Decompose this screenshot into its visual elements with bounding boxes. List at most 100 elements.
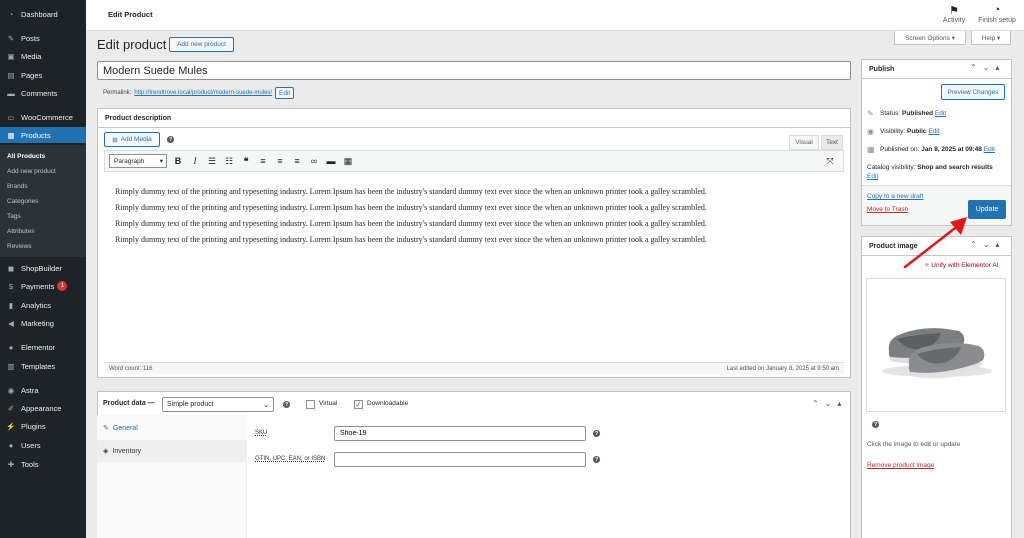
copy-to-draft-link[interactable]: Copy to a new draft	[867, 193, 923, 200]
chevron-down-icon: ▾	[159, 158, 163, 165]
astra-icon: ◉	[7, 385, 15, 395]
chevron-down-icon: ⌄	[263, 401, 269, 409]
description-title: Product description	[98, 109, 850, 128]
permalink-link[interactable]: http://trendtrove.local/product/modern-s…	[134, 90, 272, 96]
menu-pages[interactable]: ▤ Pages	[0, 67, 86, 83]
fullscreen-icon[interactable]: ⤧	[822, 154, 838, 168]
shopbuilder-icon: ◼	[7, 263, 15, 273]
menu-analytics[interactable]: ▮ Analytics	[0, 297, 86, 313]
menu-products[interactable]: ▦ Products	[0, 127, 86, 143]
menu-payments[interactable]: $ Payments 1	[0, 278, 86, 294]
submenu-categories[interactable]: Categories	[0, 194, 86, 208]
menu-marketing[interactable]: ◀ Marketing	[0, 315, 86, 331]
activity-button[interactable]: ⚑ Activity	[939, 4, 969, 24]
finish-setup-button[interactable]: ◔ Finish setup	[976, 4, 1018, 24]
bold-icon[interactable]: B	[170, 154, 186, 168]
editor-content[interactable]: Rimply dummy text of the printing and ty…	[115, 184, 835, 248]
add-new-product-button[interactable]: Add new product	[169, 37, 234, 52]
product-image[interactable]	[866, 278, 1006, 412]
link-icon[interactable]: ∞	[306, 154, 322, 168]
submenu-all-products[interactable]: All Products	[0, 149, 86, 163]
gtin-input[interactable]	[334, 452, 586, 467]
help-icon[interactable]: ?	[593, 430, 600, 437]
tools-icon: ✚	[7, 459, 15, 469]
tab-text[interactable]: Text	[821, 135, 843, 150]
menu-dashboard[interactable]: ◔ Dashboard	[0, 6, 86, 22]
sku-label: SKU	[255, 430, 268, 436]
menu-appearance[interactable]: ✐ Appearance	[0, 400, 86, 416]
help-icon[interactable]: ?	[283, 401, 290, 408]
help-button[interactable]: Help ▾	[971, 31, 1011, 45]
menu-templates[interactable]: ▥ Templates	[0, 358, 86, 374]
move-down-icon[interactable]: ⌄	[825, 399, 832, 408]
bullet-list-icon[interactable]: ☰	[204, 154, 220, 168]
italic-icon[interactable]: I	[187, 154, 203, 168]
edit-visibility-link[interactable]: Edit	[928, 128, 939, 135]
help-icon[interactable]: ?	[167, 136, 174, 143]
edit-date-link[interactable]: Edit	[984, 146, 995, 153]
remove-image-link[interactable]: Remove product image	[867, 462, 934, 469]
menu-users[interactable]: ● Users	[0, 437, 86, 453]
more-tag-icon[interactable]: ▬	[323, 154, 339, 168]
menu-posts[interactable]: ✎ Posts	[0, 30, 86, 46]
menu-woocommerce[interactable]: ▭ WooCommerce	[0, 109, 86, 125]
numbered-list-icon[interactable]: ☷	[221, 154, 237, 168]
edit-catalog-link[interactable]: Edit	[867, 173, 878, 180]
menu-tools[interactable]: ✚ Tools	[0, 456, 86, 472]
catalog-edit-row: Edit	[867, 173, 878, 180]
move-down-icon[interactable]: ⌄	[983, 63, 990, 72]
toggle-icon[interactable]: ▴	[995, 63, 999, 72]
move-up-icon[interactable]: ⌃	[970, 63, 977, 72]
product-type-select[interactable]: Simple product ⌄	[162, 397, 274, 412]
toolbar-toggle-icon[interactable]: ▦	[340, 154, 356, 168]
format-select[interactable]: Paragraph ▾	[109, 154, 167, 168]
tab-visual[interactable]: Visual	[789, 135, 819, 150]
sku-input[interactable]	[334, 426, 586, 441]
permalink-edit-button[interactable]: Edit	[275, 87, 295, 99]
move-up-icon[interactable]: ⌃	[812, 399, 819, 408]
templates-icon: ▥	[7, 361, 15, 371]
paragraph: Rimply dummy text of the printing and ty…	[115, 187, 707, 196]
add-media-button[interactable]: ⊞ Add Media	[104, 132, 160, 147]
menu-media[interactable]: ▣ Media	[0, 48, 86, 64]
menu-shopbuilder[interactable]: ◼ ShopBuilder	[0, 260, 86, 276]
submenu-attributes[interactable]: Attributes	[0, 224, 86, 238]
product-title-input[interactable]	[97, 61, 851, 80]
move-down-icon[interactable]: ⌄	[983, 240, 990, 249]
help-icon[interactable]: ?	[872, 421, 879, 428]
downloadable-checkbox[interactable]: ✓	[354, 400, 363, 409]
wrench-icon: ✎	[103, 425, 109, 432]
preview-changes-button[interactable]: Preview Changes	[941, 84, 1005, 100]
calendar-icon: ▦	[867, 145, 875, 154]
page-title: Edit product	[97, 37, 167, 52]
paragraph: Rimply dummy text of the printing and ty…	[115, 219, 707, 228]
submenu-brands[interactable]: Brands	[0, 179, 86, 193]
menu-astra[interactable]: ◉ Astra	[0, 382, 86, 398]
align-center-icon[interactable]: ≡	[272, 154, 288, 168]
admin-sidebar: ◔ Dashboard ✎ Posts ▣ Media ▤ Pages ▬ Comment…	[0, 0, 86, 538]
virtual-checkbox[interactable]	[306, 400, 315, 409]
menu-comments[interactable]: ▬ Comments	[0, 85, 86, 101]
align-left-icon[interactable]: ≡	[255, 154, 271, 168]
menu-plugins[interactable]: ⚡ Plugins	[0, 418, 86, 434]
progress-circle-icon: ◔	[993, 4, 1001, 16]
screen-options-button[interactable]: Screen Options ▾	[894, 31, 966, 45]
editor-status-bar: Word count: 116 Last edited on January 8…	[104, 362, 844, 374]
submenu-reviews[interactable]: Reviews	[0, 239, 86, 253]
blockquote-icon[interactable]: ❝	[238, 154, 254, 168]
menu-elementor[interactable]: ● Elementor	[0, 339, 86, 355]
submenu-add-new-product[interactable]: Add new product	[0, 164, 86, 178]
dashboard-icon: ◔	[8, 9, 14, 19]
toggle-icon[interactable]: ▴	[995, 240, 999, 249]
toggle-icon[interactable]: ▴	[837, 399, 841, 408]
catalog-row: Catalog visibility: Shop and search resu…	[867, 164, 993, 171]
shoe-image	[882, 328, 992, 379]
tab-inventory[interactable]: ◈ Inventory	[97, 440, 247, 462]
tab-general[interactable]: ✎ General	[97, 417, 247, 439]
pin-icon: ✎	[7, 33, 15, 43]
align-right-icon[interactable]: ≡	[289, 154, 305, 168]
edit-status-link[interactable]: Edit	[935, 110, 946, 117]
submenu-tags[interactable]: Tags	[0, 209, 86, 223]
top-header: Edit Product ⚑ Activity ◔ Finish setup	[86, 0, 1024, 31]
help-icon[interactable]: ?	[593, 456, 600, 463]
